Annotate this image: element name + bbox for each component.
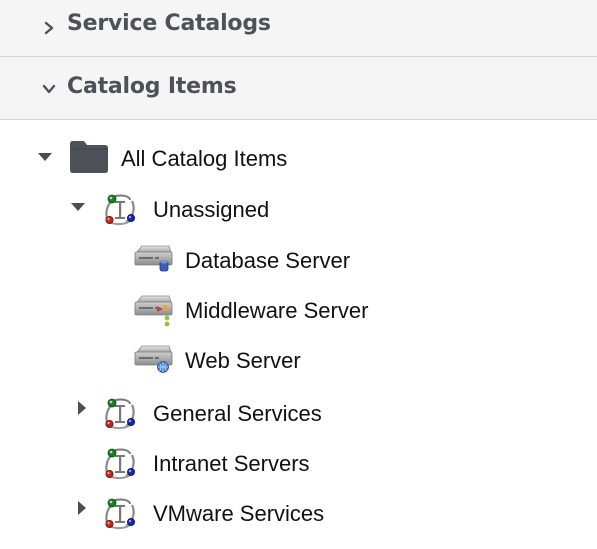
accordion-title-catalog-items: Catalog Items — [67, 74, 237, 99]
caret-right-icon[interactable] — [74, 500, 90, 516]
catalog-icon — [102, 191, 138, 227]
tree-node-all-catalog-items[interactable]: All Catalog Items — [0, 141, 400, 181]
folder-icon — [70, 141, 108, 173]
middleware-server-icon — [133, 291, 173, 329]
tree-node-vmware-services[interactable]: VMware Services — [0, 495, 400, 535]
tree-node-label: General Services — [153, 401, 322, 426]
catalog-icon — [102, 445, 138, 481]
tree-node-web-server[interactable]: Web Server — [0, 341, 400, 381]
caret-down-icon[interactable] — [70, 199, 86, 215]
tree-node-middleware-server[interactable]: Middleware Server — [0, 291, 420, 331]
catalog-icon — [102, 395, 138, 431]
tree-node-label: VMware Services — [153, 501, 325, 526]
tree-node-label: Database Server — [185, 248, 351, 273]
tree-node-label: All Catalog Items — [121, 146, 288, 171]
tree-node-label: Middleware Server — [185, 298, 369, 323]
tree-node-label: Intranet Servers — [153, 451, 310, 476]
database-server-icon — [133, 241, 173, 275]
tree-node-unassigned[interactable]: Unassigned — [0, 191, 400, 231]
accordion-service-catalogs[interactable]: Service Catalogs — [0, 0, 597, 57]
chevron-down-icon — [42, 84, 56, 94]
caret-down-icon[interactable] — [37, 149, 53, 165]
caret-right-icon[interactable] — [74, 400, 90, 416]
tree-node-database-server[interactable]: Database Server — [0, 241, 400, 281]
catalog-tree: All Catalog Items Unassigned Database Se… — [0, 121, 597, 549]
accordion-title-service-catalogs: Service Catalogs — [67, 11, 271, 36]
tree-node-general-services[interactable]: General Services — [0, 395, 400, 435]
tree-node-label: Unassigned — [153, 197, 270, 222]
tree-node-intranet-servers[interactable]: Intranet Servers — [0, 445, 400, 485]
accordion-catalog-items[interactable]: Catalog Items — [0, 57, 597, 120]
catalog-icon — [102, 495, 138, 531]
chevron-right-icon — [44, 21, 54, 35]
tree-node-label: Web Server — [185, 348, 301, 373]
web-server-icon — [133, 341, 173, 377]
